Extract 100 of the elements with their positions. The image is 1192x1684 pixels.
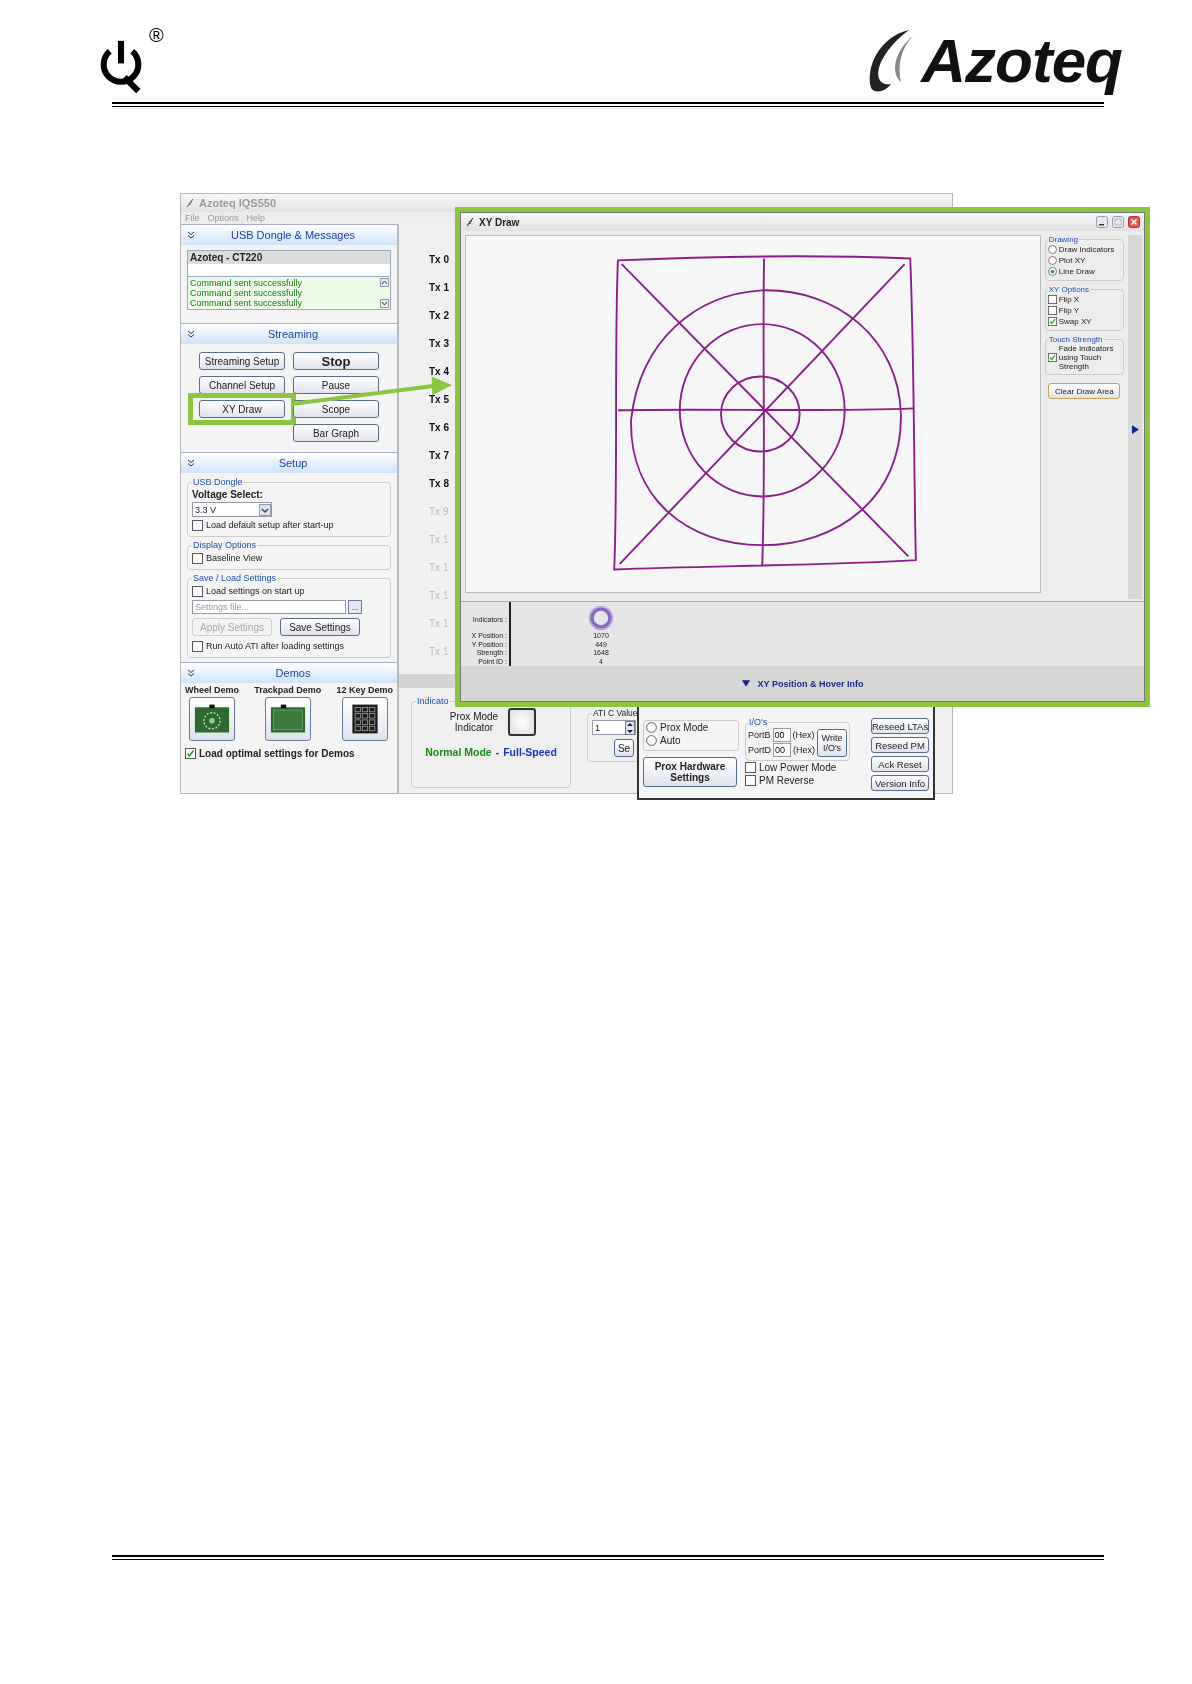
message-text: Command sent successfully bbox=[190, 298, 304, 308]
channel-label: Tx 7 bbox=[429, 449, 449, 463]
action-button[interactable]: Version Info bbox=[871, 775, 929, 791]
checkbox-label: Flip Y bbox=[1058, 305, 1079, 316]
group-title: Touch Strength bbox=[1047, 335, 1104, 344]
draw-area[interactable] bbox=[465, 235, 1041, 593]
port-label: PortB bbox=[748, 730, 771, 740]
checkbox[interactable] bbox=[192, 586, 203, 597]
demo-label: Trackpad Demo bbox=[254, 685, 322, 695]
radio-label: Line Draw bbox=[1058, 266, 1095, 277]
radio-button[interactable] bbox=[1047, 267, 1057, 276]
group-title: XY Options bbox=[1047, 285, 1091, 294]
radio-button[interactable] bbox=[646, 735, 657, 746]
radio-button[interactable] bbox=[1047, 245, 1057, 254]
checkbox-label: Swap XY bbox=[1058, 316, 1092, 327]
browse-button[interactable]: ... bbox=[348, 600, 362, 614]
mode-text: Normal Mode bbox=[425, 746, 492, 758]
panel-header[interactable]: Setup bbox=[181, 452, 397, 473]
checkbox-label: Run Auto ATI after loading settings bbox=[206, 640, 344, 653]
expand-arrow-icon[interactable] bbox=[1131, 424, 1139, 434]
unit-label: (Hex) bbox=[793, 745, 815, 755]
checkbox[interactable] bbox=[745, 775, 756, 786]
collapse-icon[interactable] bbox=[187, 330, 195, 338]
port-value-field[interactable]: 00 bbox=[773, 743, 791, 757]
checkbox[interactable] bbox=[1047, 306, 1057, 315]
info-toggle-bar[interactable]: XY Position & Hover Info bbox=[461, 666, 1144, 701]
checkbox[interactable] bbox=[745, 762, 756, 773]
port-label: PortD bbox=[748, 745, 771, 755]
trackpad-board-icon bbox=[269, 703, 306, 735]
close-icon[interactable] bbox=[1128, 216, 1140, 228]
checkbox[interactable] bbox=[192, 520, 203, 531]
panel-header[interactable]: USB Dongle & Messages bbox=[181, 224, 397, 245]
voltage-label: Voltage Select: bbox=[192, 489, 264, 500]
demo-label: 12 Key Demo bbox=[336, 685, 393, 695]
demo-button[interactable] bbox=[264, 697, 311, 741]
prox-hardware-settings-button[interactable]: Prox Hardware Settings bbox=[643, 757, 737, 787]
scroll-up-icon[interactable] bbox=[380, 278, 389, 287]
channel-label: Tx 2 bbox=[429, 309, 449, 323]
collapse-icon[interactable] bbox=[187, 669, 195, 677]
demo-button[interactable] bbox=[341, 697, 388, 741]
save-settings-button[interactable]: Save Settings bbox=[280, 618, 360, 636]
stream-button[interactable]: Streaming Setup bbox=[199, 352, 285, 370]
radio-button[interactable] bbox=[646, 722, 657, 733]
message-text: Command sent successfully bbox=[190, 278, 304, 288]
demo-button[interactable] bbox=[189, 697, 235, 741]
checkbox[interactable] bbox=[1047, 353, 1057, 362]
voltage-dropdown[interactable]: 3.3 V bbox=[192, 502, 272, 517]
collapse-icon[interactable] bbox=[187, 231, 195, 239]
stream-button[interactable]: Channel Setup bbox=[199, 376, 285, 394]
channel-label: Tx 3 bbox=[429, 337, 449, 351]
checkbox[interactable] bbox=[192, 553, 203, 564]
group-title: Save / Load Settings bbox=[192, 573, 278, 583]
radio-label: Plot XY bbox=[1058, 255, 1086, 266]
checkbox-label: Fade indicators using Touch Strength bbox=[1058, 344, 1115, 371]
panel-header[interactable]: Streaming bbox=[181, 323, 397, 344]
separator-text: - bbox=[495, 746, 500, 758]
group-title: Display Options bbox=[192, 540, 258, 550]
channel-label: Tx 1 bbox=[429, 281, 449, 295]
write-ios-button[interactable]: Write I/O's bbox=[817, 728, 847, 757]
checkbox[interactable] bbox=[1047, 295, 1057, 304]
action-button[interactable]: Ack Reset bbox=[871, 756, 929, 772]
clear-draw-area-button[interactable]: Clear Draw Area bbox=[1048, 383, 1121, 399]
demo-label: Wheel Demo bbox=[185, 685, 239, 695]
group-title: USB Dongle bbox=[192, 477, 244, 487]
message-text: Command sent successfully bbox=[190, 288, 304, 298]
minimize-icon[interactable] bbox=[1096, 216, 1108, 228]
settings-file-field[interactable]: Settings file... bbox=[192, 600, 346, 614]
checkbox-label: Load optimal settings for Demos bbox=[199, 747, 355, 760]
checkbox-label: Load default setup after start-up bbox=[206, 519, 334, 532]
set-button[interactable]: Se bbox=[614, 739, 634, 757]
port-value-field[interactable]: 00 bbox=[772, 728, 791, 742]
checkbox-label: Baseline View bbox=[206, 552, 263, 565]
checkbox-label: Load settings on start up bbox=[206, 585, 305, 598]
window-title: Azoteq IQS550 bbox=[199, 197, 277, 209]
device-name: Azoteq - CT220 bbox=[188, 251, 390, 264]
prox-indicator bbox=[508, 708, 536, 736]
group-title: ATI C Value bbox=[592, 708, 639, 718]
radio-button[interactable] bbox=[1047, 256, 1057, 265]
ati-spin-field[interactable]: 1 bbox=[592, 720, 636, 735]
stream-button[interactable]: Pause bbox=[293, 376, 379, 394]
group-title: Drawing bbox=[1047, 235, 1080, 244]
stream-button[interactable]: Scope bbox=[293, 400, 379, 418]
scroll-down-icon[interactable] bbox=[380, 299, 389, 308]
channel-label: Tx 0 bbox=[429, 253, 449, 267]
stream-button[interactable]: Bar Graph bbox=[293, 424, 379, 442]
channel-label: Tx 4 bbox=[429, 365, 449, 379]
checkbox-label: Low Power Mode bbox=[759, 761, 837, 774]
group-title: Indicato bbox=[416, 696, 450, 706]
action-button[interactable]: Reseed PM bbox=[871, 737, 929, 753]
checkbox[interactable] bbox=[192, 641, 203, 652]
stream-button[interactable]: Stop bbox=[293, 352, 379, 370]
collapse-icon[interactable] bbox=[187, 459, 195, 467]
checkbox[interactable] bbox=[185, 748, 196, 759]
xy-draw-button[interactable]: XY Draw bbox=[199, 400, 285, 418]
wheel-board-icon bbox=[194, 703, 230, 735]
panel-header[interactable]: Demos bbox=[181, 662, 397, 683]
action-button[interactable]: Reseed LTAs bbox=[871, 718, 929, 734]
checkbox[interactable] bbox=[1047, 317, 1057, 326]
logo-text: Azoteq bbox=[921, 25, 1122, 96]
unit-label: (Hex) bbox=[792, 730, 815, 740]
